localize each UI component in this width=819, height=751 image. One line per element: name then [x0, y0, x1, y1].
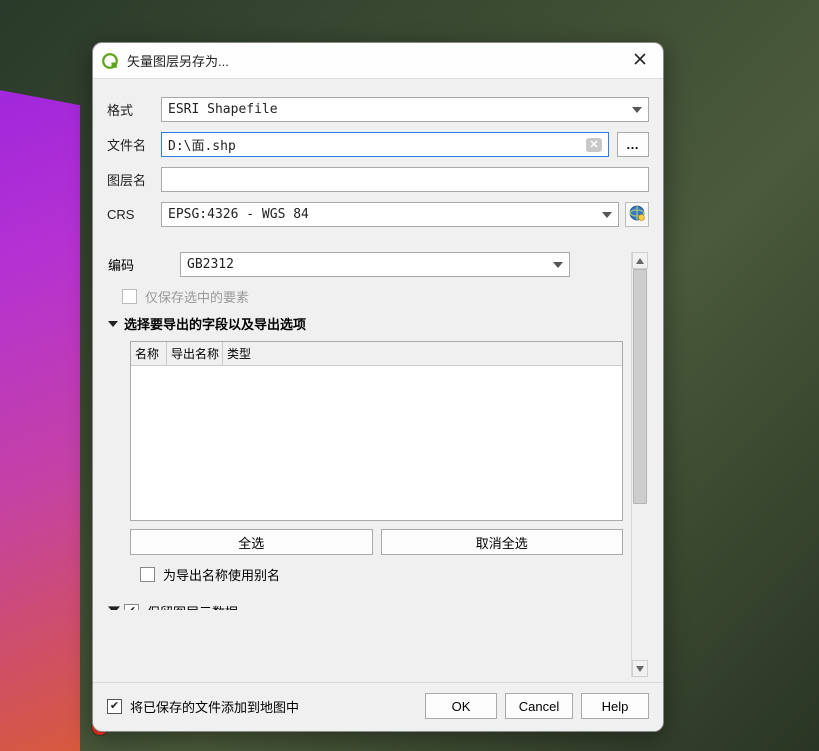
only-selected-checkbox-row: 仅保存选中的要素: [122, 287, 627, 306]
scrollbar-track[interactable]: [632, 269, 648, 660]
help-label: Help: [602, 699, 629, 714]
map-canvas: 矢量图层另存为... 格式 ESRI Shapefile: [0, 0, 819, 751]
use-alias-checkbox[interactable]: [140, 567, 155, 582]
fields-section-toggle[interactable]: 选择要导出的字段以及导出选项: [108, 314, 627, 333]
fields-table[interactable]: 名称 导出名称 类型: [130, 341, 623, 521]
format-label: 格式: [107, 100, 161, 119]
encoding-dropdown[interactable]: GB2312: [180, 252, 570, 277]
vertical-scrollbar[interactable]: [631, 252, 648, 677]
chevron-down-icon: [632, 105, 642, 115]
deselect-all-label: 取消全选: [476, 533, 528, 552]
clear-icon: [590, 137, 598, 152]
chevron-down-icon: [636, 661, 644, 676]
format-dropdown[interactable]: ESRI Shapefile: [161, 97, 649, 122]
filename-input[interactable]: D:\面.shp: [161, 132, 609, 157]
help-button[interactable]: Help: [581, 693, 649, 719]
use-alias-label: 为导出名称使用别名: [163, 565, 280, 584]
select-all-label: 全选: [238, 533, 264, 552]
chevron-down-icon: [553, 260, 563, 270]
keep-metadata-checkbox[interactable]: [124, 604, 139, 610]
close-button[interactable]: [627, 48, 653, 74]
browse-label: …: [626, 137, 640, 152]
crs-label: CRS: [107, 207, 161, 222]
deselect-all-button[interactable]: 取消全选: [381, 529, 624, 555]
col-export-name[interactable]: 导出名称: [167, 342, 223, 365]
triangle-down-icon: [108, 319, 120, 329]
only-selected-checkbox: [122, 289, 137, 304]
only-selected-label: 仅保存选中的要素: [145, 287, 249, 306]
filename-label: 文件名: [107, 135, 161, 154]
chevron-down-icon: [602, 210, 612, 220]
titlebar: 矢量图层另存为...: [93, 43, 663, 79]
col-type[interactable]: 类型: [223, 342, 263, 365]
qgis-logo-icon: [101, 52, 119, 70]
scroll-down-button[interactable]: [632, 660, 648, 677]
layername-input[interactable]: [161, 167, 649, 192]
use-alias-row[interactable]: 为导出名称使用别名: [140, 565, 623, 584]
encoding-value: GB2312: [187, 257, 234, 272]
format-value: ESRI Shapefile: [168, 102, 278, 117]
cancel-button[interactable]: Cancel: [505, 693, 573, 719]
select-all-button[interactable]: 全选: [130, 529, 373, 555]
add-to-map-label: 将已保存的文件添加到地图中: [130, 697, 299, 716]
chevron-up-icon: [636, 253, 644, 268]
col-name[interactable]: 名称: [131, 342, 167, 365]
crs-dropdown[interactable]: EPSG:4326 - WGS 84: [161, 202, 619, 227]
filename-value: D:\面.shp: [168, 135, 236, 154]
crs-selector-button[interactable]: [625, 202, 649, 227]
scrollbar-thumb[interactable]: [633, 269, 647, 504]
cancel-label: Cancel: [519, 699, 559, 714]
add-to-map-row[interactable]: 将已保存的文件添加到地图中: [107, 697, 299, 716]
clear-input-button[interactable]: [586, 138, 602, 152]
add-to-map-checkbox[interactable]: [107, 699, 122, 714]
encoding-label: 编码: [108, 255, 180, 274]
globe-icon: [628, 204, 646, 225]
table-header: 名称 导出名称 类型: [131, 342, 622, 366]
window-title: 矢量图层另存为...: [127, 51, 627, 70]
scroll-up-button[interactable]: [632, 252, 648, 269]
layername-label: 图层名: [107, 170, 161, 189]
dialog-footer: 将已保存的文件添加到地图中 OK Cancel Help: [93, 682, 663, 731]
keep-metadata-label: 保留图层元数据: [147, 602, 238, 610]
crs-value: EPSG:4326 - WGS 84: [168, 207, 309, 222]
triangle-down-icon: [108, 604, 120, 610]
ok-button[interactable]: OK: [425, 693, 497, 719]
fields-section-label: 选择要导出的字段以及导出选项: [124, 314, 306, 333]
browse-button[interactable]: …: [617, 132, 649, 157]
save-vector-layer-dialog: 矢量图层另存为... 格式 ESRI Shapefile: [92, 42, 664, 732]
ok-label: OK: [452, 699, 471, 714]
close-icon: [633, 52, 647, 69]
keep-metadata-toggle[interactable]: 保留图层元数据: [108, 602, 238, 610]
